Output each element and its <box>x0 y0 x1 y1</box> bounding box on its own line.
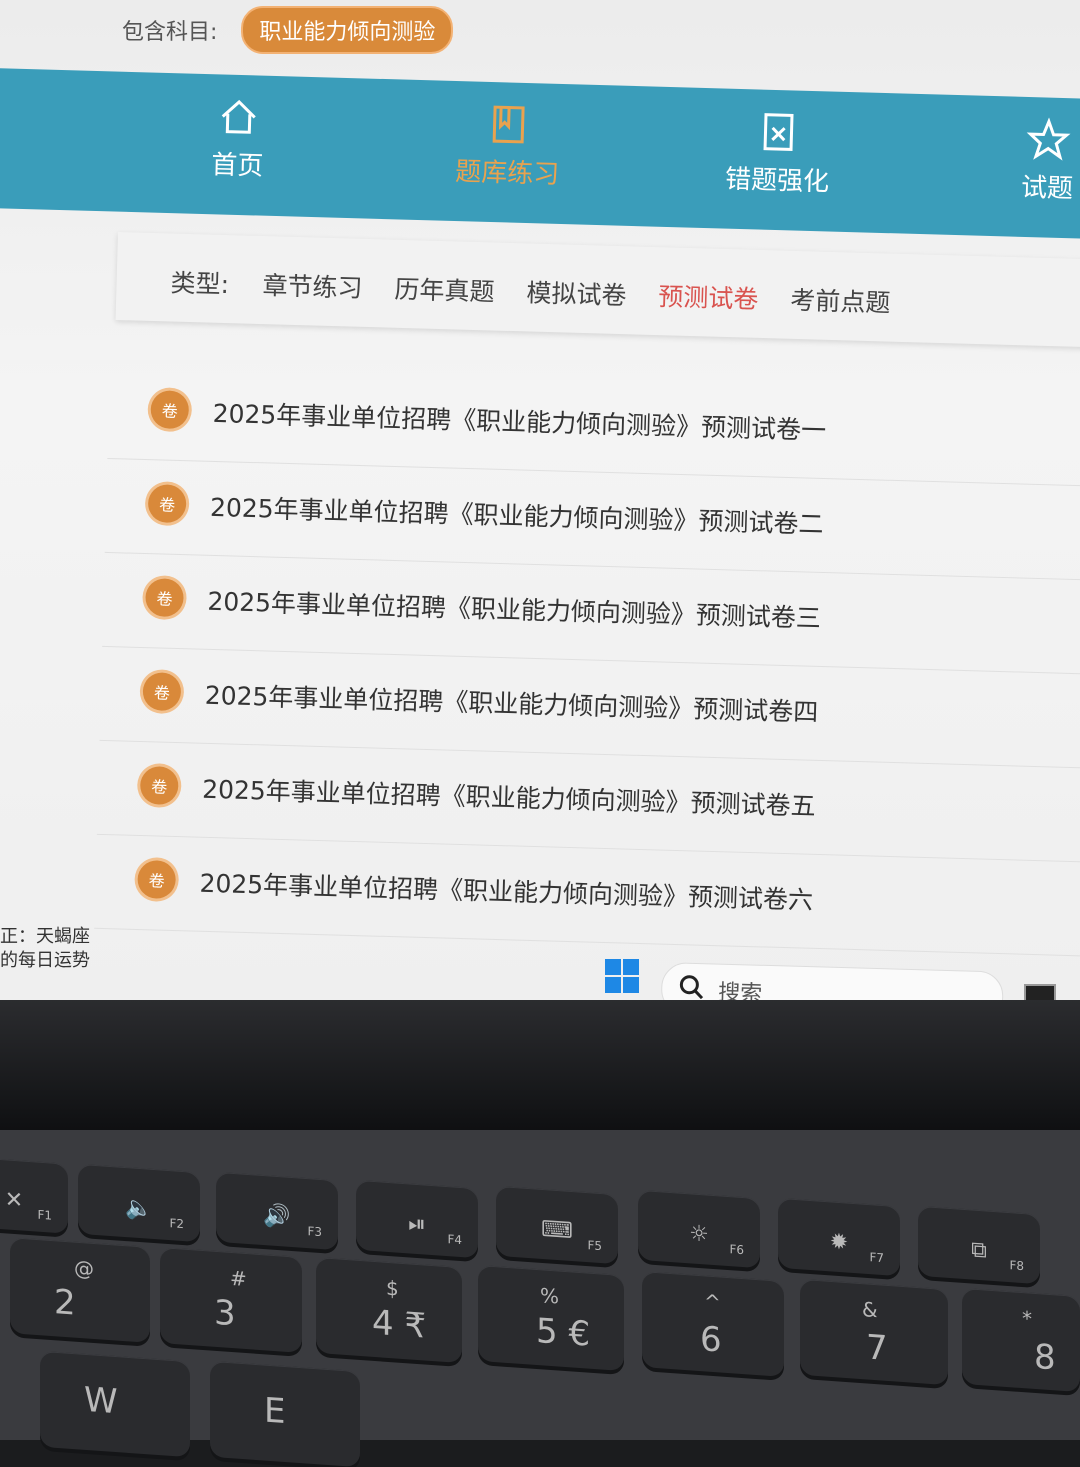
keyboard: ✕ F1 🔈 F2 🔊 F3 ⏯ F4 ⌨ F5 ☼ F6 ✹ F7 ⧉ F8 … <box>0 1130 1080 1467</box>
type-tab-mock[interactable]: 模拟试卷 <box>526 273 627 312</box>
star-icon <box>1026 117 1071 161</box>
home-icon <box>221 99 256 134</box>
volume-up-icon: 🔊 <box>263 1203 291 1230</box>
display-switch-icon: ⧉ <box>971 1237 987 1264</box>
keyboard-backlight-icon: ⌨ <box>541 1216 573 1245</box>
main-nav: 首页 题库练习 错题强化 试题 <box>0 68 1080 239</box>
key-symbol: * <box>1022 1306 1032 1331</box>
key-f3: 🔊 F3 <box>216 1171 338 1251</box>
key-f2: 🔈 F2 <box>78 1163 200 1243</box>
fn-label: F2 <box>169 1216 184 1232</box>
paper-title[interactable]: 2025年事业单位招聘《职业能力倾向测验》预测试卷二 <box>210 488 824 541</box>
windows-start-icon[interactable] <box>604 958 640 994</box>
paper-badge: 卷 <box>147 484 187 524</box>
key-f7: ✹ F7 <box>778 1197 900 1277</box>
key-7: & 7 <box>800 1278 948 1386</box>
book-icon <box>492 105 525 144</box>
key-symbol: & <box>862 1297 878 1323</box>
laptop-bezel <box>0 1000 1080 1130</box>
paper-badge: 卷 <box>137 859 177 900</box>
key-digit: 6 <box>700 1319 722 1361</box>
screen: 包含科目: 职业能力倾向测验 首页 题库练习 错题强化 试题 类型: 章节练习 … <box>0 0 1080 1000</box>
key-2: @ 2 <box>10 1237 150 1343</box>
paper-title[interactable]: 2025年事业单位招聘《职业能力倾向测验》预测试卷五 <box>202 770 816 823</box>
mute-icon: ✕ <box>4 1187 24 1214</box>
nav-label: 错题强化 <box>724 164 830 198</box>
nav-question-bank[interactable]: 题库练习 <box>407 100 609 193</box>
subject-pill[interactable]: 职业能力倾向测验 <box>241 6 454 54</box>
subject-label: 包含科目: <box>122 20 218 45</box>
key-letter: E <box>264 1390 286 1433</box>
fn-label: F1 <box>37 1207 52 1223</box>
fn-label: F6 <box>729 1242 744 1258</box>
news-line: 的每日运势 <box>0 950 90 971</box>
subject-row: 包含科目: 职业能力倾向测验 <box>122 0 454 60</box>
type-tab-chapter[interactable]: 章节练习 <box>262 266 363 305</box>
key-e: E <box>210 1360 360 1467</box>
key-symbol: % <box>540 1283 560 1309</box>
key-f6: ☼ F6 <box>638 1189 760 1269</box>
key-symbol: ^ <box>704 1289 721 1315</box>
paper-list: 卷 2025年事业单位招聘《职业能力倾向测验》预测试卷一 卷 2025年事业单位… <box>94 365 1080 957</box>
nav-wrong-questions[interactable]: 错题强化 <box>677 107 879 200</box>
type-label: 类型: <box>170 268 230 300</box>
type-tab-past-exams[interactable]: 历年真题 <box>394 270 495 309</box>
key-symbol: @ <box>74 1255 94 1281</box>
key-digit: 5 € <box>536 1310 591 1355</box>
nav-label: 试题 <box>1020 172 1074 205</box>
fn-label: F4 <box>447 1232 462 1248</box>
key-letter: W <box>84 1379 118 1423</box>
nav-label: 题库练习 <box>454 157 560 190</box>
key-f4: ⏯ F4 <box>356 1179 478 1259</box>
key-digit: 8 <box>1034 1336 1056 1379</box>
key-digit: 3 <box>214 1292 236 1335</box>
play-pause-icon: ⏯ <box>408 1211 426 1238</box>
key-4: $ 4 ₹ <box>316 1256 462 1364</box>
paper-title[interactable]: 2025年事业单位招聘《职业能力倾向测验》预测试卷四 <box>204 676 818 729</box>
fn-label: F8 <box>1009 1258 1024 1274</box>
key-digit: 2 <box>54 1282 76 1324</box>
wrong-question-icon <box>763 113 794 151</box>
brightness-up-icon: ✹ <box>829 1229 849 1256</box>
key-f5: ⌨ F5 <box>496 1185 618 1265</box>
paper-title[interactable]: 2025年事业单位招聘《职业能力倾向测验》预测试卷六 <box>199 864 813 917</box>
key-f8: ⧉ F8 <box>918 1205 1040 1285</box>
search-icon <box>679 975 704 1000</box>
key-symbol: # <box>230 1265 247 1292</box>
key-6: ^ 6 <box>642 1271 784 1377</box>
key-digit: 4 ₹ <box>372 1302 427 1347</box>
key-5: % 5 € <box>478 1264 624 1372</box>
nav-label: 首页 <box>210 150 264 182</box>
paper-badge: 卷 <box>150 390 190 430</box>
key-f1: ✕ F1 <box>0 1156 68 1234</box>
type-filter-bar: 类型: 章节练习 历年真题 模拟试卷 预测试卷 考前点题 <box>115 232 1080 348</box>
volume-down-icon: 🔈 <box>125 1195 153 1222</box>
news-widget[interactable]: 正：天蝎座 的每日运势 <box>0 925 90 973</box>
brightness-down-icon: ☼ <box>689 1221 709 1248</box>
search-placeholder: 搜索 <box>717 980 763 1000</box>
paper-badge: 卷 <box>145 578 185 618</box>
paper-title[interactable]: 2025年事业单位招聘《职业能力倾向测验》预测试卷一 <box>212 394 826 447</box>
nav-home[interactable]: 首页 <box>137 92 339 185</box>
paper-badge: 卷 <box>139 766 179 806</box>
news-line: 正：天蝎座 <box>0 926 90 947</box>
fn-label: F3 <box>307 1224 322 1240</box>
fn-label: F7 <box>869 1250 884 1266</box>
taskbar-search[interactable]: 搜索 <box>660 962 1004 1000</box>
key-3: # 3 <box>160 1247 302 1353</box>
paper-title[interactable]: 2025年事业单位招聘《职业能力倾向测验》预测试卷三 <box>207 582 821 635</box>
type-tab-pre-exam[interactable]: 考前点题 <box>790 281 891 320</box>
paper-badge: 卷 <box>142 672 182 712</box>
nav-question-more[interactable]: 试题 <box>947 115 1080 208</box>
key-digit: 7 <box>866 1327 888 1369</box>
fn-label: F5 <box>587 1238 602 1254</box>
key-w: W <box>40 1350 190 1458</box>
type-tab-predict[interactable]: 预测试卷 <box>658 277 759 316</box>
key-8: * 8 <box>962 1287 1080 1393</box>
key-symbol: $ <box>386 1275 399 1301</box>
taskbar-app-icon[interactable] <box>1024 984 1056 1000</box>
